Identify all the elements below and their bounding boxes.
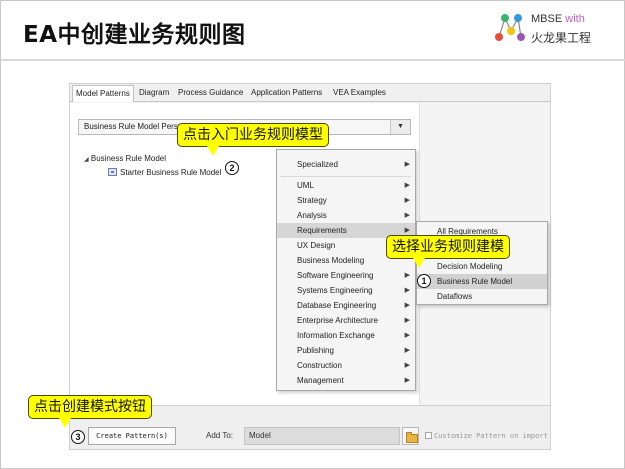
menu-item-label: Strategy — [297, 196, 327, 205]
customize-checkbox[interactable] — [425, 432, 432, 439]
folder-icon[interactable] — [402, 427, 419, 445]
tree-node-starter-model[interactable]: Starter Business Rule Model — [108, 168, 221, 177]
chevron-right-icon: ▶ — [404, 197, 410, 204]
menu-item-label: UX Design — [297, 241, 336, 250]
callout-step1-pointer — [413, 258, 425, 268]
chevron-right-icon: ▶ — [404, 272, 410, 279]
menu-item-construction[interactable]: Construction ▶ — [277, 358, 415, 373]
tree-root-label: Business Rule Model — [90, 154, 167, 163]
chevron-right-icon: ▶ — [404, 377, 410, 384]
add-to-field[interactable]: Model — [244, 427, 400, 445]
menu-item-management[interactable]: Management ▶ — [277, 373, 415, 388]
logo-brand-text: MBSE — [531, 13, 563, 25]
menu-item-label: Publishing — [297, 346, 334, 355]
menu-item-label: Business Modeling — [297, 256, 365, 265]
menu-item-software-engineering[interactable]: Software Engineering ▶ — [277, 268, 415, 283]
tree-node-root[interactable]: ◢ Business Rule Model — [84, 154, 166, 163]
customize-pattern-option[interactable]: Customize Pattern on import — [425, 432, 548, 440]
step-1-badge: 1 — [417, 274, 431, 288]
requirements-submenu: All Requirements Decision Modeling Busin… — [416, 221, 548, 305]
chevron-right-icon: ▶ — [404, 212, 410, 219]
step-3-badge: 3 — [71, 430, 85, 444]
tab-process-guidance[interactable]: Process Guidance — [175, 85, 246, 102]
customize-label: Customize Pattern on import — [434, 432, 548, 440]
logo-accent-text: with — [565, 13, 585, 25]
submenu-item-decision-modeling[interactable]: Decision Modeling — [417, 259, 547, 274]
chevron-right-icon: ▶ — [404, 287, 410, 294]
callout-step2: 点击入门业务规则模型 — [177, 123, 329, 147]
tab-bar: Model Patterns Diagram Process Guidance … — [70, 84, 550, 102]
perspective-menu: Specialized ▶ UML ▶ Strategy ▶ Analysis ▶ Re… — [276, 149, 416, 391]
menu-item-label: UML — [297, 181, 314, 190]
chevron-right-icon: ▶ — [404, 182, 410, 189]
brand-logo: MBSE with 火龙果工程 — [491, 9, 621, 49]
menu-item-analysis[interactable]: Analysis ▶ — [277, 208, 415, 223]
menu-item-strategy[interactable]: Strategy ▶ — [277, 193, 415, 208]
callout-step3: 点击创建模式按钮 — [28, 395, 152, 419]
menu-item-label: Enterprise Architecture — [297, 316, 378, 325]
title-divider — [1, 59, 625, 61]
chevron-right-icon: ▶ — [404, 347, 410, 354]
tab-model-patterns[interactable]: Model Patterns — [72, 85, 134, 102]
menu-item-label: Systems Engineering — [297, 286, 373, 295]
callout-step2-pointer — [207, 146, 219, 156]
step-2-badge: 2 — [225, 161, 239, 175]
tree-collapse-icon[interactable]: ◢ — [84, 157, 89, 163]
callout-step1: 选择业务规则建模 — [386, 235, 510, 259]
menu-item-label: Database Engineering — [297, 301, 377, 310]
chevron-right-icon: ▶ — [404, 302, 410, 309]
chevron-right-icon: ▶ — [404, 317, 410, 324]
menu-item-specialized[interactable]: Specialized ▶ — [277, 157, 415, 172]
create-patterns-button[interactable]: Create Pattern(s) — [88, 427, 176, 445]
tab-diagram[interactable]: Diagram — [136, 85, 172, 102]
chevron-down-icon[interactable]: ▼ — [390, 120, 410, 134]
slide: EA中创建业务规则图 MBSE with 火龙果工程 Model Pattern… — [0, 0, 625, 469]
menu-item-label: Construction — [297, 361, 342, 370]
pattern-icon — [108, 168, 117, 176]
menu-item-label: Management — [297, 376, 344, 385]
logo-brand-line: MBSE with — [531, 13, 585, 25]
menu-item-label: Software Engineering — [297, 271, 374, 280]
menu-item-information-exchange[interactable]: Information Exchange ▶ — [277, 328, 415, 343]
menu-item-label: Analysis — [297, 211, 327, 220]
menu-item-database-engineering[interactable]: Database Engineering ▶ — [277, 298, 415, 313]
callout-step3-pointer — [59, 418, 71, 428]
menu-item-publishing[interactable]: Publishing ▶ — [277, 343, 415, 358]
add-to-label: Add To: — [206, 431, 233, 440]
slide-title: EA中创建业务规则图 — [23, 22, 246, 48]
menu-item-enterprise-architecture[interactable]: Enterprise Architecture ▶ — [277, 313, 415, 328]
chevron-right-icon: ▶ — [404, 161, 410, 168]
submenu-item-dataflows[interactable]: Dataflows — [417, 289, 547, 304]
molecule-logo-icon — [495, 14, 525, 41]
menu-item-uml[interactable]: UML ▶ — [277, 178, 415, 193]
submenu-item-business-rule-model[interactable]: Business Rule Model — [417, 274, 547, 289]
perspective-value: Business Rule Model Persp — [84, 122, 183, 131]
menu-separator — [281, 176, 411, 177]
chevron-right-icon: ▶ — [404, 362, 410, 369]
tab-application-patterns[interactable]: Application Patterns — [248, 85, 325, 102]
tab-vea-examples[interactable]: VEA Examples — [330, 85, 389, 102]
logo-subtitle: 火龙果工程 — [531, 31, 592, 45]
tree-child-label: Starter Business Rule Model — [120, 168, 222, 177]
menu-item-label: Requirements — [297, 226, 347, 235]
chevron-right-icon: ▶ — [404, 332, 410, 339]
menu-item-label: Specialized — [297, 160, 338, 169]
menu-item-label: Information Exchange — [297, 331, 375, 340]
menu-item-systems-engineering[interactable]: Systems Engineering ▶ — [277, 283, 415, 298]
